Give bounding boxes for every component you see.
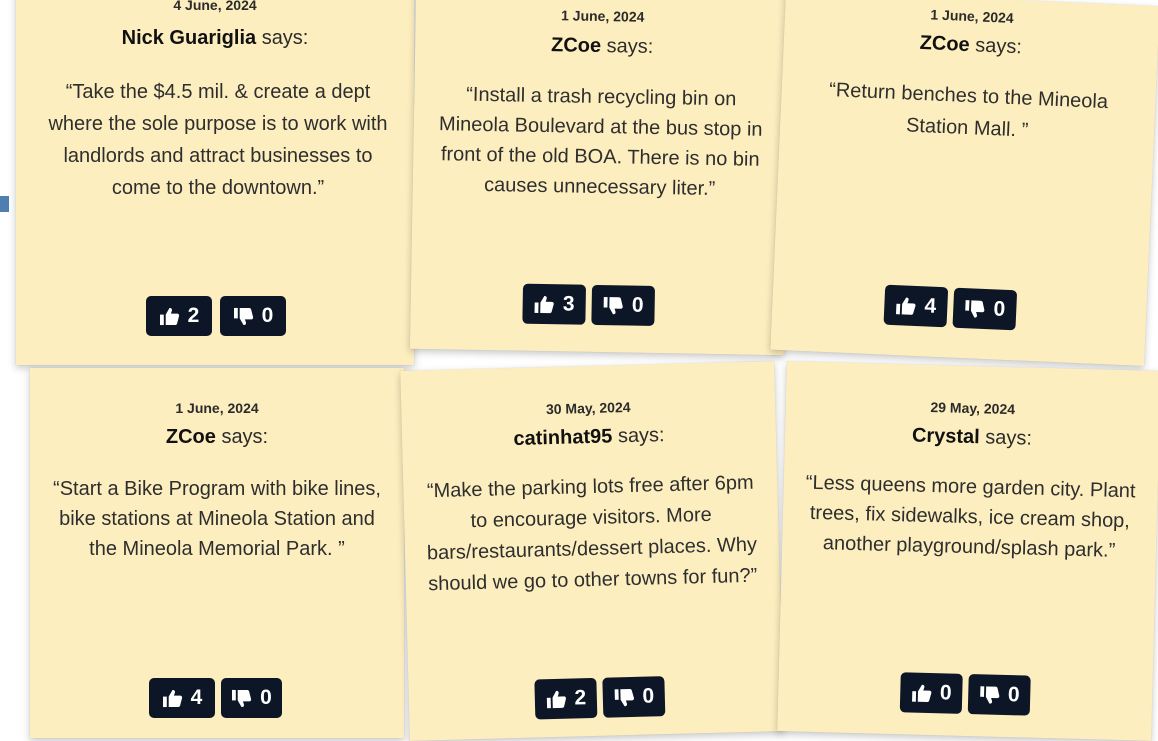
upvote-button[interactable]: 2 [146,296,212,336]
suggestion-card: 1 June, 2024 ZCoe says: “Install a trash… [409,0,791,356]
downvote-button[interactable]: 0 [591,284,656,326]
thumbs-up-icon [911,684,932,702]
thumbs-up-icon [534,295,554,313]
suggestion-author-line: ZCoe says: [30,426,404,449]
suggestion-text: “Return benches to the Mineola Station M… [828,79,1109,142]
suggestion-date: 30 May, 2024 [545,398,631,418]
says-label: says: [221,426,269,448]
suggestion-text: “Install a trash recycling bin on Mineol… [438,83,763,201]
upvote-count: 3 [562,292,575,316]
suggestion-author: Crystal [911,424,981,449]
upvote-count: 0 [939,681,952,705]
says-label: says: [261,27,309,49]
suggestion-text: “Make the parking lots free after 6pm to… [426,471,758,596]
downvote-count: 0 [261,304,274,327]
suggestion-author-line: catinhat95 says: [402,421,776,454]
upvote-button[interactable]: 4 [149,678,215,718]
thumbs-down-icon [233,307,253,325]
downvote-button[interactable]: 0 [952,287,1018,331]
downvote-count: 0 [992,297,1006,321]
thumbs-up-icon [159,307,179,325]
suggestion-card: 30 May, 2024 catinhat95 says: “Make the … [400,361,784,741]
upvote-count: 4 [190,686,203,709]
upvote-button[interactable]: 0 [899,672,963,714]
downvote-count: 0 [260,686,272,709]
upvote-count: 4 [924,294,937,318]
suggestion-card: 29 May, 2024 Crystal says: “Less queens … [777,361,1158,741]
upvote-count: 2 [187,304,200,327]
thumbs-up-icon [896,297,916,315]
suggestion-text: “Start a Bike Program with bike lines, b… [53,478,381,560]
downvote-count: 0 [631,293,644,317]
suggestion-date: 4 June, 2024 [173,0,257,13]
suggestion-author: Nick Guariglia [121,27,257,49]
upvote-button[interactable]: 3 [522,283,587,325]
suggestion-author-line: ZCoe says: [783,26,1158,65]
suggestion-author-line: ZCoe says: [415,32,789,62]
suggestion-author: ZCoe [165,426,216,448]
suggestion-text: “Take the $4.5 mil. & create a dept wher… [48,81,388,199]
thumbs-up-icon [162,689,182,707]
says-label: says: [617,424,665,448]
thumbs-up-icon [546,690,566,708]
suggestion-author: ZCoe [550,34,602,57]
says-label: says: [985,426,1033,450]
suggestion-author-line: Nick Guariglia says: [16,27,414,50]
upvote-button[interactable]: 2 [534,677,598,720]
suggestion-date: 29 May, 2024 [930,398,1016,418]
upvote-button[interactable]: 4 [883,284,949,328]
suggestion-author: ZCoe [919,31,971,57]
thumbs-down-icon [603,296,623,314]
thumbs-down-icon [965,299,985,318]
left-edge-marker [0,196,9,212]
says-label: says: [606,35,654,58]
suggestion-date: 1 June, 2024 [560,7,645,25]
downvote-count: 0 [642,684,655,708]
suggestion-card: 1 June, 2024 ZCoe says: “Return benches … [770,0,1158,366]
suggestion-author: catinhat95 [513,425,613,451]
thumbs-down-icon [232,689,252,707]
downvote-count: 0 [1007,683,1020,707]
suggestion-text: “Less queens more garden city. Plant tre… [805,471,1136,562]
downvote-button[interactable]: 0 [967,674,1031,716]
upvote-count: 2 [574,686,587,710]
says-label: says: [974,34,1023,59]
suggestion-card: 4 June, 2024 Nick Guariglia says: “Take … [16,0,414,365]
downvote-button[interactable]: 0 [221,678,282,718]
suggestion-author-line: Crystal says: [785,421,1158,454]
downvote-button[interactable]: 0 [602,676,666,718]
thumbs-down-icon [979,685,999,704]
suggestion-card: 1 June, 2024 ZCoe says: “Start a Bike Pr… [30,368,404,738]
thumbs-down-icon [614,688,634,706]
downvote-button[interactable]: 0 [220,296,286,336]
suggestion-date: 1 June, 2024 [175,400,259,416]
